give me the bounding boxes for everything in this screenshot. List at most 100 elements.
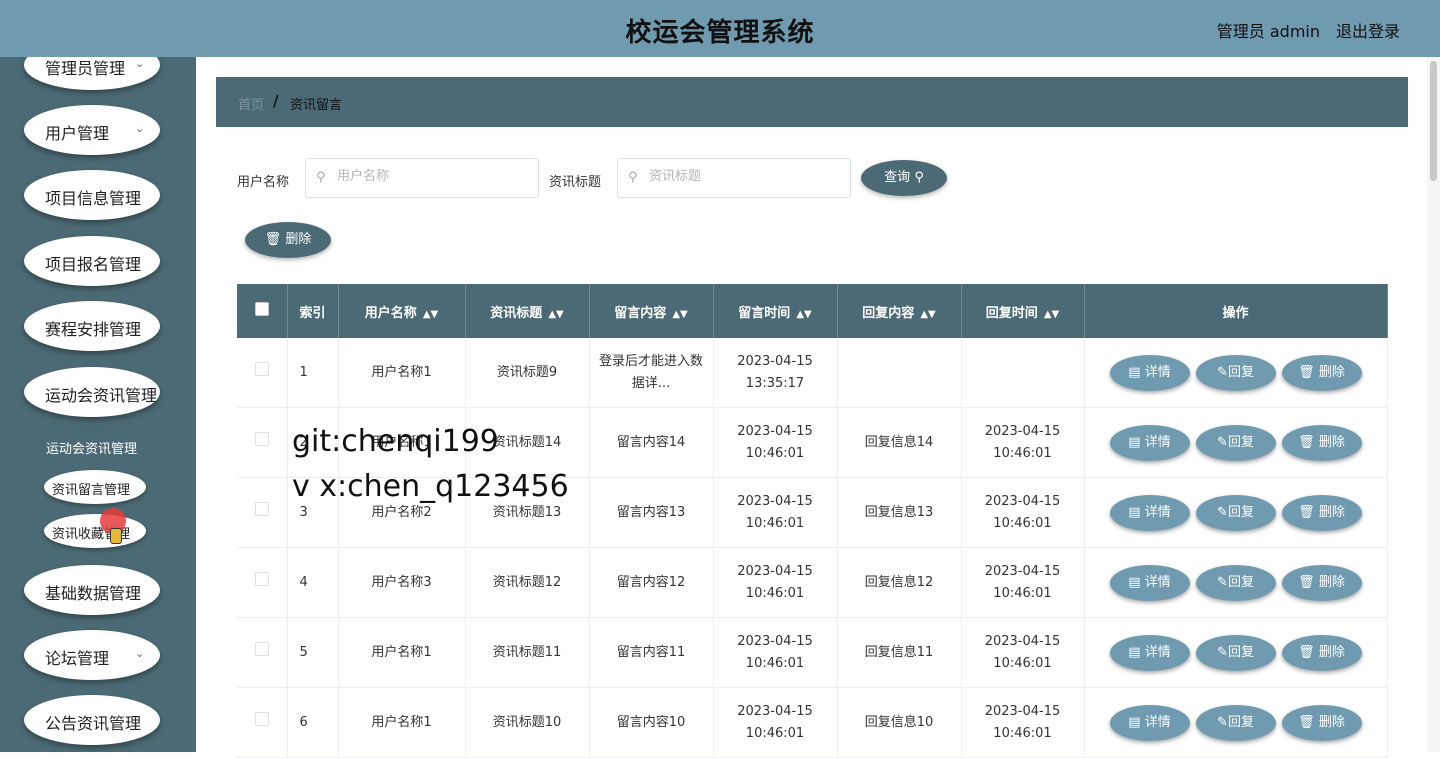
row-select-cell[interactable]	[237, 407, 288, 478]
sidebar-item-forum[interactable]: 论坛管理 ⌄	[24, 630, 160, 680]
sort-icon[interactable]: ▲▼	[920, 309, 935, 320]
detail-button[interactable]: ▤ 详情	[1109, 494, 1190, 531]
detail-button[interactable]: ▤ 详情	[1109, 354, 1190, 391]
submenu-item-news-favorites[interactable]: 资讯收藏管理	[44, 514, 146, 548]
delete-button[interactable]: 🗑 删除	[1281, 634, 1362, 671]
sidebar-item-label: 论坛管理	[45, 649, 110, 668]
sidebar-item-project-info[interactable]: 项目信息管理	[24, 170, 160, 220]
edit-icon: ✎	[1217, 364, 1228, 380]
comment-time-cell: 2023-04-15 10:46:01	[713, 687, 838, 758]
sort-icon[interactable]: ▲▼	[423, 309, 438, 320]
delete-button-label: 删除	[285, 232, 312, 247]
comment-content-cell: 留言内容14	[589, 407, 714, 478]
logout-link[interactable]: 退出登录	[1336, 18, 1400, 42]
row-checkbox[interactable]	[254, 711, 269, 726]
sort-icon[interactable]: ▲▼	[548, 309, 563, 320]
user-name-search[interactable]: ⚲	[305, 158, 539, 198]
row-select-cell[interactable]	[237, 617, 288, 688]
sidebar-item-label: 赛程安排管理	[45, 320, 142, 339]
search-icon: ⚲	[316, 170, 326, 185]
submenu-item-news-comments[interactable]: 资讯留言管理	[44, 470, 146, 504]
select-all-cell[interactable]	[237, 284, 288, 338]
chevron-down-icon: ⌄	[135, 57, 145, 70]
sidebar-item-admin[interactable]: 管理员管理 ⌄	[24, 57, 160, 90]
detail-button[interactable]: ▤ 详情	[1109, 424, 1190, 461]
detail-button[interactable]: ▤ 详情	[1109, 704, 1190, 741]
index-cell: 1	[287, 338, 339, 408]
column-header: 操作	[1084, 284, 1388, 338]
comment-content-cell: 留言内容10	[589, 687, 714, 758]
column-header[interactable]: 用户名称 ▲▼	[338, 284, 466, 338]
detail-button[interactable]: ▤ 详情	[1109, 564, 1190, 601]
row-select-cell[interactable]	[237, 547, 288, 618]
sort-icon[interactable]: ▲▼	[672, 309, 687, 320]
column-header[interactable]: 留言内容 ▲▼	[589, 284, 714, 338]
reply-content-cell: 回复信息14	[837, 407, 962, 478]
document-icon: ▤	[1128, 714, 1141, 730]
sort-icon[interactable]: ▲▼	[1044, 309, 1059, 320]
edit-icon: ✎	[1217, 714, 1228, 730]
news-title-search[interactable]: ⚲	[617, 158, 851, 198]
news-title-input[interactable]	[647, 168, 841, 185]
row-checkbox[interactable]	[254, 431, 269, 446]
sidebar-item-label: 用户管理	[45, 124, 110, 143]
delete-button[interactable]: 🗑 删除	[1281, 564, 1362, 601]
user-name-input[interactable]	[335, 168, 529, 185]
row-checkbox[interactable]	[254, 571, 269, 586]
sidebar-item-schedule[interactable]: 赛程安排管理	[24, 301, 160, 351]
sidebar-item-sports-news[interactable]: 运动会资讯管理	[24, 367, 160, 417]
scrollbar-thumb[interactable]	[1430, 61, 1437, 181]
reply-time-cell: 2023-04-15 10:46:01	[961, 547, 1085, 618]
sort-icon[interactable]: ▲▼	[796, 309, 811, 320]
user-name-cell: 用户名称1	[338, 687, 466, 758]
actions-cell: ▤ 详情 ✎回复 🗑 删除	[1084, 477, 1388, 548]
reply-button[interactable]: ✎回复	[1195, 424, 1276, 461]
query-button[interactable]: 查询 ⚲	[861, 160, 947, 196]
row-select-cell[interactable]	[237, 338, 288, 408]
delete-button[interactable]: 🗑 删除	[1281, 494, 1362, 531]
sidebar-item-label: 运动会资讯管理	[45, 386, 158, 405]
submenu-item-sports-news[interactable]: 运动会资讯管理	[46, 438, 137, 457]
search-icon: ⚲	[914, 170, 924, 185]
delete-button[interactable]: 🗑 删除	[1281, 704, 1362, 741]
row-select-cell[interactable]	[237, 687, 288, 758]
reply-button[interactable]: ✎回复	[1195, 354, 1276, 391]
sidebar-item-notice[interactable]: 公告资讯管理	[24, 695, 160, 745]
row-select-cell[interactable]	[237, 477, 288, 548]
sidebar-item-users[interactable]: 用户管理 ⌄	[24, 105, 160, 155]
delete-button[interactable]: 🗑 删除	[1281, 424, 1362, 461]
row-checkbox[interactable]	[254, 501, 269, 516]
column-header[interactable]: 回复时间 ▲▼	[961, 284, 1085, 338]
column-header[interactable]: 资讯标题 ▲▼	[465, 284, 590, 338]
table-row: 4 用户名称3 资讯标题12 留言内容12 2023-04-15 10:46:01 回复信…	[237, 547, 1388, 618]
news-title-cell: 资讯标题10	[465, 687, 590, 758]
row-checkbox[interactable]	[254, 641, 269, 656]
batch-delete-button[interactable]: 🗑 删除	[245, 222, 331, 258]
edit-icon: ✎	[1217, 574, 1228, 590]
delete-button[interactable]: 🗑 删除	[1281, 354, 1362, 391]
reply-time-cell: 2023-04-15 10:46:01	[961, 617, 1085, 688]
column-header[interactable]: 留言时间 ▲▼	[713, 284, 838, 338]
actions-cell: ▤ 详情 ✎回复 🗑 删除	[1084, 407, 1388, 478]
comments-table: 索引 用户名称 ▲▼ 资讯标题 ▲▼ 留言内容 ▲▼ 留言时间 ▲▼ 回复内容 ▲▼ 回复…	[237, 284, 1388, 758]
sidebar-item-project-signup[interactable]: 项目报名管理	[24, 236, 160, 286]
detail-button[interactable]: ▤ 详情	[1109, 634, 1190, 671]
document-icon: ▤	[1128, 364, 1141, 380]
edit-icon: ✎	[1217, 504, 1228, 520]
reply-button[interactable]: ✎回复	[1195, 564, 1276, 601]
index-cell: 5	[287, 617, 339, 688]
reply-button[interactable]: ✎回复	[1195, 704, 1276, 741]
reply-button[interactable]: ✎回复	[1195, 494, 1276, 531]
comment-time-cell: 2023-04-15 13:35:17	[713, 338, 838, 408]
breadcrumb-home[interactable]: 首页	[238, 94, 264, 113]
select-all-checkbox[interactable]	[254, 302, 269, 316]
document-icon: ▤	[1128, 644, 1141, 660]
column-header: 索引	[287, 284, 339, 338]
reply-button[interactable]: ✎回复	[1195, 634, 1276, 671]
main-scrollbar[interactable]	[1427, 57, 1440, 752]
column-header[interactable]: 回复内容 ▲▼	[837, 284, 962, 338]
sidebar-item-base-data[interactable]: 基础数据管理	[24, 565, 160, 615]
actions-cell: ▤ 详情 ✎回复 🗑 删除	[1084, 547, 1388, 618]
user-name-cell: 用户名称1	[338, 617, 466, 688]
row-checkbox[interactable]	[254, 361, 269, 376]
